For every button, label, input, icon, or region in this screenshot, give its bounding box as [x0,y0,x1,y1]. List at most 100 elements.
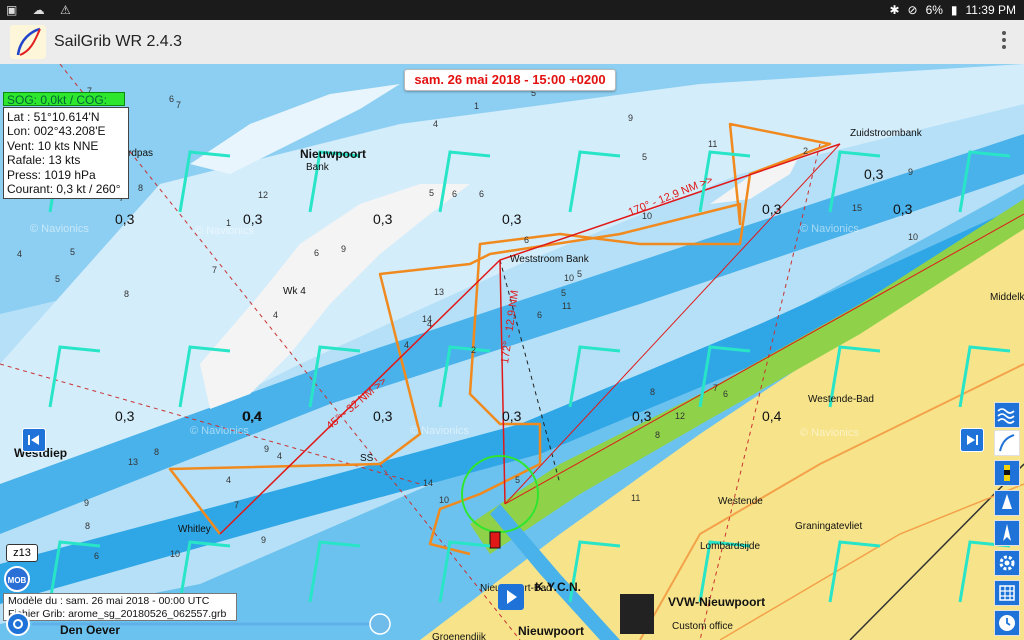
depth-sounding: 6 [479,189,484,199]
lon-value: Lon: 002°43.208'E [7,124,106,139]
buoy-icon [1004,465,1010,481]
current-value-label: 0,3 [502,211,522,227]
depth-sounding: 5 [429,188,434,198]
route-curve-icon [999,434,1015,452]
buoy-button[interactable] [994,460,1020,486]
skip-back-icon [28,435,39,445]
depth-sounding: 10 [908,232,918,242]
navionics-watermark: © Navionics [190,425,249,437]
place-name-label: Lombardsijde [700,541,760,552]
current-value-label: 0,4 [762,408,782,424]
gear-icon [999,555,1015,571]
sailboat-icon [1002,494,1012,509]
chart-map[interactable]: 2749104965678941010568987656845810141413… [0,64,1024,640]
next-button[interactable] [960,428,984,452]
depth-sounding: 7 [212,265,217,275]
depth-sounding: 6 [94,551,99,561]
navionics-watermark: © Navionics [800,427,859,439]
place-name-label: Weststroom Bank [510,254,590,265]
grid-icon [999,585,1015,601]
depth-sounding: 7 [176,100,181,110]
current-value-label: 0,3 [632,408,652,424]
current-value-label: 0,4 [242,408,262,424]
wind-layer-button[interactable] [994,402,1020,428]
depth-sounding: 6 [537,310,542,320]
place-name-label: rdpas [128,148,153,159]
depth-sounding: 6 [524,235,529,245]
place-name-label: Custom office [672,621,733,632]
slider-thumb[interactable] [369,613,391,635]
current-value-label: 0,3 [762,201,782,217]
depth-sounding: 8 [154,447,159,457]
depth-sounding: 12 [258,190,268,200]
settings-button[interactable] [994,550,1020,576]
depth-sounding: 14 [423,478,433,488]
mob-button[interactable]: MOB [4,566,30,592]
navionics-watermark: © Navionics [800,223,859,235]
place-name-label: Nieuwpoort [300,147,366,161]
place-name-label: K.Y.C.N. [535,580,581,594]
depth-sounding: 7 [234,500,239,510]
depth-sounding: 7 [713,383,718,393]
place-name-label: Bank [306,162,330,173]
depth-sounding: 13 [128,457,138,467]
depth-sounding: 9 [264,444,269,454]
app-logo-icon [10,25,46,59]
boat-marker[interactable] [489,531,501,549]
skip-forward-icon [967,435,978,445]
overflow-menu-icon[interactable] [1000,31,1008,53]
target-icon[interactable] [6,612,30,636]
sog-cog-bar: SOG: 0,0kt / COG: [3,92,125,107]
play-button[interactable] [498,584,524,610]
previous-button[interactable] [22,428,46,452]
place-name-label: Groenendijk [432,632,487,640]
clock-button[interactable] [994,610,1020,636]
depth-sounding: 5 [577,269,582,279]
boat-button[interactable] [994,490,1020,516]
depth-sounding: 1 [474,101,479,111]
navionics-watermark: © Navionics [30,223,89,235]
forecast-date-label[interactable]: sam. 26 mai 2018 - 15:00 +0200 [404,69,616,91]
depth-sounding: 5 [70,247,75,257]
place-name-label: Westende-Bad [808,394,874,405]
time-slider[interactable] [0,608,400,640]
place-name-label: SS [360,453,374,464]
pressure-value: Press: 1019 hPa [7,167,96,182]
depth-sounding: 11 [631,493,640,503]
compass-button[interactable] [994,520,1020,546]
place-name-label: Zuidstroombank [850,128,923,139]
depth-sounding: 2 [471,345,476,355]
depth-sounding: 4 [226,475,231,485]
depth-sounding: 8 [138,183,143,193]
depth-sounding: 4 [433,119,438,129]
depth-sounding: 4 [17,249,22,259]
depth-sounding: 9 [628,113,633,123]
clock-icon [999,615,1015,631]
place-name-label: VVW-Nieuwpoort [668,595,765,609]
battery-level: 6% [925,3,943,17]
depth-sounding: 9 [908,167,913,177]
current-value-label: 0,3 [115,211,135,227]
depth-sounding: 10 [439,495,449,505]
depth-sounding: 11 [562,301,571,311]
current-value-label: 0,3 [115,408,135,424]
zoom-level: z13 [6,544,38,562]
table-button[interactable] [994,580,1020,606]
depth-sounding: 13 [434,287,444,297]
routing-button[interactable] [994,430,1020,456]
place-name-label: Wk 4 [283,286,306,297]
depth-sounding: 6 [723,389,728,399]
gust-value: Rafale: 13 kts [7,153,81,168]
harbour-building [620,594,654,634]
current-value-label: 0,3 [893,201,913,217]
depth-sounding: 10 [170,549,180,559]
depth-sounding: 5 [55,274,60,284]
depth-sounding: 4 [277,451,282,461]
current-value: Courant: 0,3 kt / 260° [7,182,121,197]
cursor-info-panel: Lat : 51°10.614'N Lon: 002°43.208'E Vent… [3,107,129,200]
depth-sounding: 9 [84,498,89,508]
mute-icon: ⊘ [907,3,918,17]
app-title: SailGrib WR 2.4.3 [54,33,183,50]
depth-sounding: 2 [803,146,808,156]
current-value-label: 0,3 [864,166,884,182]
